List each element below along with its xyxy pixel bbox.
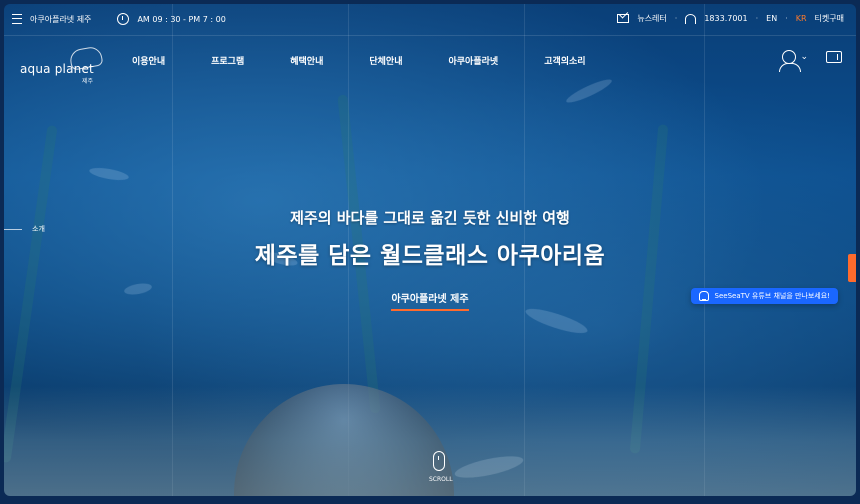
separator-dot: · (674, 14, 678, 23)
separator-dot: · (755, 14, 759, 23)
fish-shape (88, 165, 130, 183)
nav-item-benefits[interactable]: 혜택안내 (290, 54, 323, 67)
nav-item-usage[interactable]: 이용안내 (132, 54, 165, 67)
nav-item-groups[interactable]: 단체안내 (369, 54, 402, 67)
fish-shape (564, 75, 614, 107)
phone-number: 1833.7001 (704, 14, 748, 23)
youtube-cta-label: SeeSeaTV 유튜브 채널을 만나보세요! (714, 292, 830, 300)
bell-icon (698, 291, 709, 301)
newsletter-link[interactable]: 뉴스레터 (637, 13, 666, 24)
scroll-label: SCROLL (429, 476, 453, 483)
user-icon (779, 50, 802, 72)
hero-subtitle: 제주의 바다를 그대로 옮긴 듯한 신비한 여행 (290, 209, 570, 227)
top-utility-bar: 아쿠아플라넷 제주 AM 09 : 30 - PM 7 : 00 뉴스레터 · … (4, 4, 856, 32)
mouse-icon (433, 451, 445, 471)
site-name[interactable]: 아쿠아플라넷 제주 (30, 14, 91, 25)
nav-items: 이용안내 프로그램 혜택안내 단체안내 아쿠아플라넷 고객의소리 (132, 54, 586, 67)
hero-background: 아쿠아플라넷 제주 AM 09 : 30 - PM 7 : 00 뉴스레터 · … (4, 4, 856, 496)
chevron-down-icon: ⌄ (800, 52, 808, 62)
clock-icon (117, 13, 130, 25)
logo-subtext: 제주 (82, 78, 94, 85)
logo-text: aqua planet (20, 62, 94, 76)
nav-item-customer-voice[interactable]: 고객의소리 (544, 54, 585, 67)
topbar-left: 아쿠아플라넷 제주 AM 09 : 30 - PM 7 : 00 (12, 13, 226, 25)
logo[interactable]: aqua planet 제주 (20, 45, 110, 85)
nav-tools: ⌄ (779, 50, 842, 72)
menu-icon[interactable] (12, 14, 22, 24)
grid-line-horizontal (4, 35, 856, 36)
hero-title: 제주를 담은 월드클래스 아쿠아리움 (254, 243, 606, 269)
nav-item-programs[interactable]: 프로그램 (211, 54, 244, 67)
youtube-cta[interactable]: SeeSeaTV 유튜브 채널을 만나보세요! (690, 288, 838, 304)
main-nav: aqua planet 제주 이용안내 프로그램 혜택안내 단체안내 아쿠아플라… (4, 38, 856, 85)
user-menu[interactable]: ⌄ (779, 50, 808, 72)
opening-hours: AM 09 : 30 - PM 7 : 00 (137, 14, 226, 24)
hero-link[interactable]: 아쿠아플라넷 제주 (391, 290, 469, 311)
nav-item-aquaplanet[interactable]: 아쿠아플라넷 (449, 54, 499, 67)
topbar-right: 뉴스레터 · 1833.7001 · EN · KR 티켓구매 (617, 13, 844, 24)
mail-icon (617, 14, 630, 23)
ticket-icon[interactable] (826, 51, 842, 63)
scroll-indicator[interactable]: SCROLL (429, 451, 453, 483)
phone-icon (685, 13, 697, 24)
separator-dot: · (785, 14, 788, 23)
lang-kr[interactable]: KR (796, 14, 807, 23)
lang-en[interactable]: EN (766, 14, 777, 23)
ticket-purchase-link[interactable]: 티켓구매 (815, 13, 844, 24)
